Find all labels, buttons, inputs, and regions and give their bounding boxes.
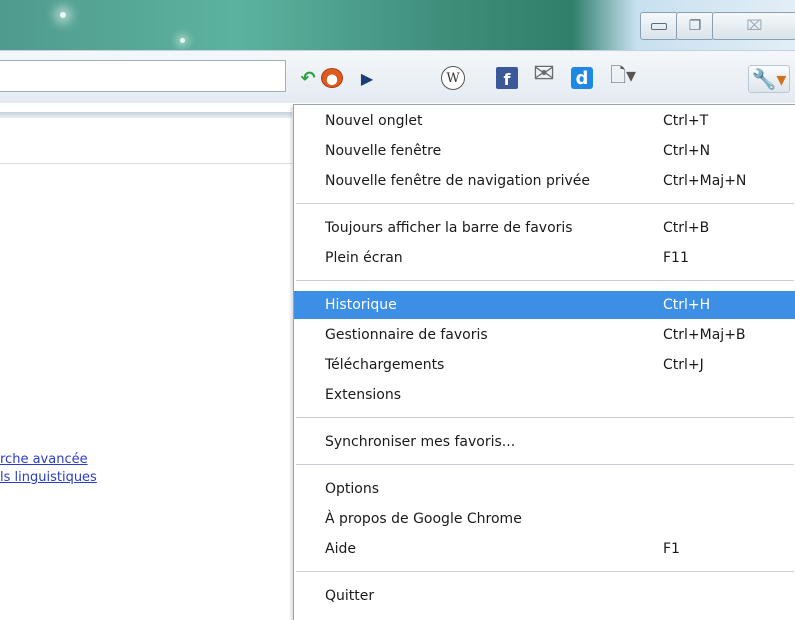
menu-item-shortcut: Ctrl+Maj+B — [663, 327, 746, 343]
menu-item-label: Historique — [325, 297, 397, 313]
menu-item-synchroniser-mes-favoris[interactable]: Synchroniser mes favoris... — [294, 428, 795, 456]
menu-item-historique[interactable]: Historique Ctrl+H — [294, 291, 795, 319]
fox-extension-icon[interactable] — [320, 67, 344, 89]
divider — [0, 163, 292, 164]
menu-item-shortcut: F11 — [663, 250, 689, 266]
gmail-icon[interactable]: ✉ — [527, 59, 561, 89]
d-extension-icon[interactable]: d — [570, 67, 594, 89]
menu-item-quitter[interactable]: Quitter — [294, 582, 795, 610]
menu-item-shortcut: F1 — [663, 541, 680, 557]
bookmark-bar-edge — [0, 112, 292, 118]
close-icon: ⌧ — [746, 18, 763, 34]
menu-item-toujours-afficher-la-barre-de-favoris[interactable]: Toujours afficher la barre de favoris Ctr… — [294, 214, 795, 242]
menu-item-plein-ecran[interactable]: Plein écran F11 — [294, 244, 795, 272]
menu-item-shortcut: Ctrl+H — [663, 297, 711, 313]
window-titlebar: ❐ ⌧ — [0, 0, 795, 50]
wrench-dropdown-menu: Nouvel onglet Ctrl+T Nouvelle fenêtre Ctrl+… — [293, 104, 795, 620]
menu-item-label: Plein écran — [325, 250, 403, 266]
menu-item-shortcut: Ctrl+J — [663, 357, 704, 373]
menu-item-shortcut: Ctrl+T — [663, 113, 709, 129]
menu-item-nouvel-onglet[interactable]: Nouvel onglet Ctrl+T — [294, 107, 795, 135]
menu-item-telechargements[interactable]: Téléchargements Ctrl+J — [294, 351, 795, 379]
menu-separator — [296, 203, 794, 204]
browser-toolbar: ↶ ▶ W f ✉ d 🗋▾ 🔧▾ — [0, 50, 795, 103]
play-icon[interactable]: ▶ — [358, 67, 376, 89]
menu-item-options[interactable]: Options — [294, 475, 795, 503]
page-menu-icon[interactable]: 🗋▾ — [608, 63, 638, 89]
menu-item-label: Nouvelle fenêtre de navigation privée — [325, 173, 591, 189]
restore-icon: ❐ — [688, 18, 702, 34]
close-button[interactable]: ⌧ — [712, 12, 795, 40]
menu-item-label: Options — [325, 481, 380, 497]
menu-separator — [296, 571, 794, 572]
minimize-button[interactable] — [640, 12, 678, 40]
menu-item-shortcut: Ctrl+Maj+N — [663, 173, 747, 189]
menu-item-label: Téléchargements — [325, 357, 445, 373]
menu-item-nouvelle-fenetre-de-navigation-privee[interactable]: Nouvelle fenêtre de navigation privée Ctr… — [294, 167, 795, 195]
advanced-search-link[interactable]: rche avancée — [0, 452, 88, 467]
decorative-glow — [60, 12, 66, 18]
wikipedia-icon[interactable]: W — [441, 66, 465, 90]
menu-item-label: Toujours afficher la barre de favoris — [325, 220, 573, 236]
menu-separator — [296, 464, 794, 465]
menu-separator — [296, 280, 794, 281]
address-bar[interactable] — [0, 60, 286, 92]
menu-item-gestionnaire-de-favoris[interactable]: Gestionnaire de favoris Ctrl+Maj+B — [294, 321, 795, 349]
menu-item-label: À propos de Google Chrome — [325, 511, 522, 527]
menu-item-shortcut: Ctrl+N — [663, 143, 711, 159]
menu-item-label: Gestionnaire de favoris — [325, 327, 488, 343]
restore-button[interactable]: ❐ — [676, 12, 714, 40]
menu-item-label: Nouvel onglet — [325, 113, 423, 129]
language-tools-link[interactable]: ls linguistiques — [0, 470, 97, 485]
menu-item-aide[interactable]: Aide F1 — [294, 535, 795, 563]
menu-item-label: Nouvelle fenêtre — [325, 143, 442, 159]
menu-item-label: Aide — [325, 541, 356, 557]
menu-item-label: Synchroniser mes favoris... — [325, 434, 516, 450]
wrench-menu-icon[interactable]: 🔧▾ — [748, 65, 790, 93]
menu-item-label: Extensions — [325, 387, 402, 403]
minimize-icon — [651, 22, 667, 30]
decorative-glow — [180, 38, 185, 43]
facebook-icon[interactable]: f — [495, 67, 519, 89]
menu-item-extensions[interactable]: Extensions — [294, 381, 795, 409]
menu-item-a-propos-de-google-chrome[interactable]: À propos de Google Chrome — [294, 505, 795, 533]
menu-item-shortcut: Ctrl+B — [663, 220, 710, 236]
back-arrow-icon[interactable]: ↶ — [298, 67, 318, 89]
menu-item-nouvelle-fenetre[interactable]: Nouvelle fenêtre Ctrl+N — [294, 137, 795, 165]
menu-separator — [296, 417, 794, 418]
menu-item-label: Quitter — [325, 588, 375, 604]
